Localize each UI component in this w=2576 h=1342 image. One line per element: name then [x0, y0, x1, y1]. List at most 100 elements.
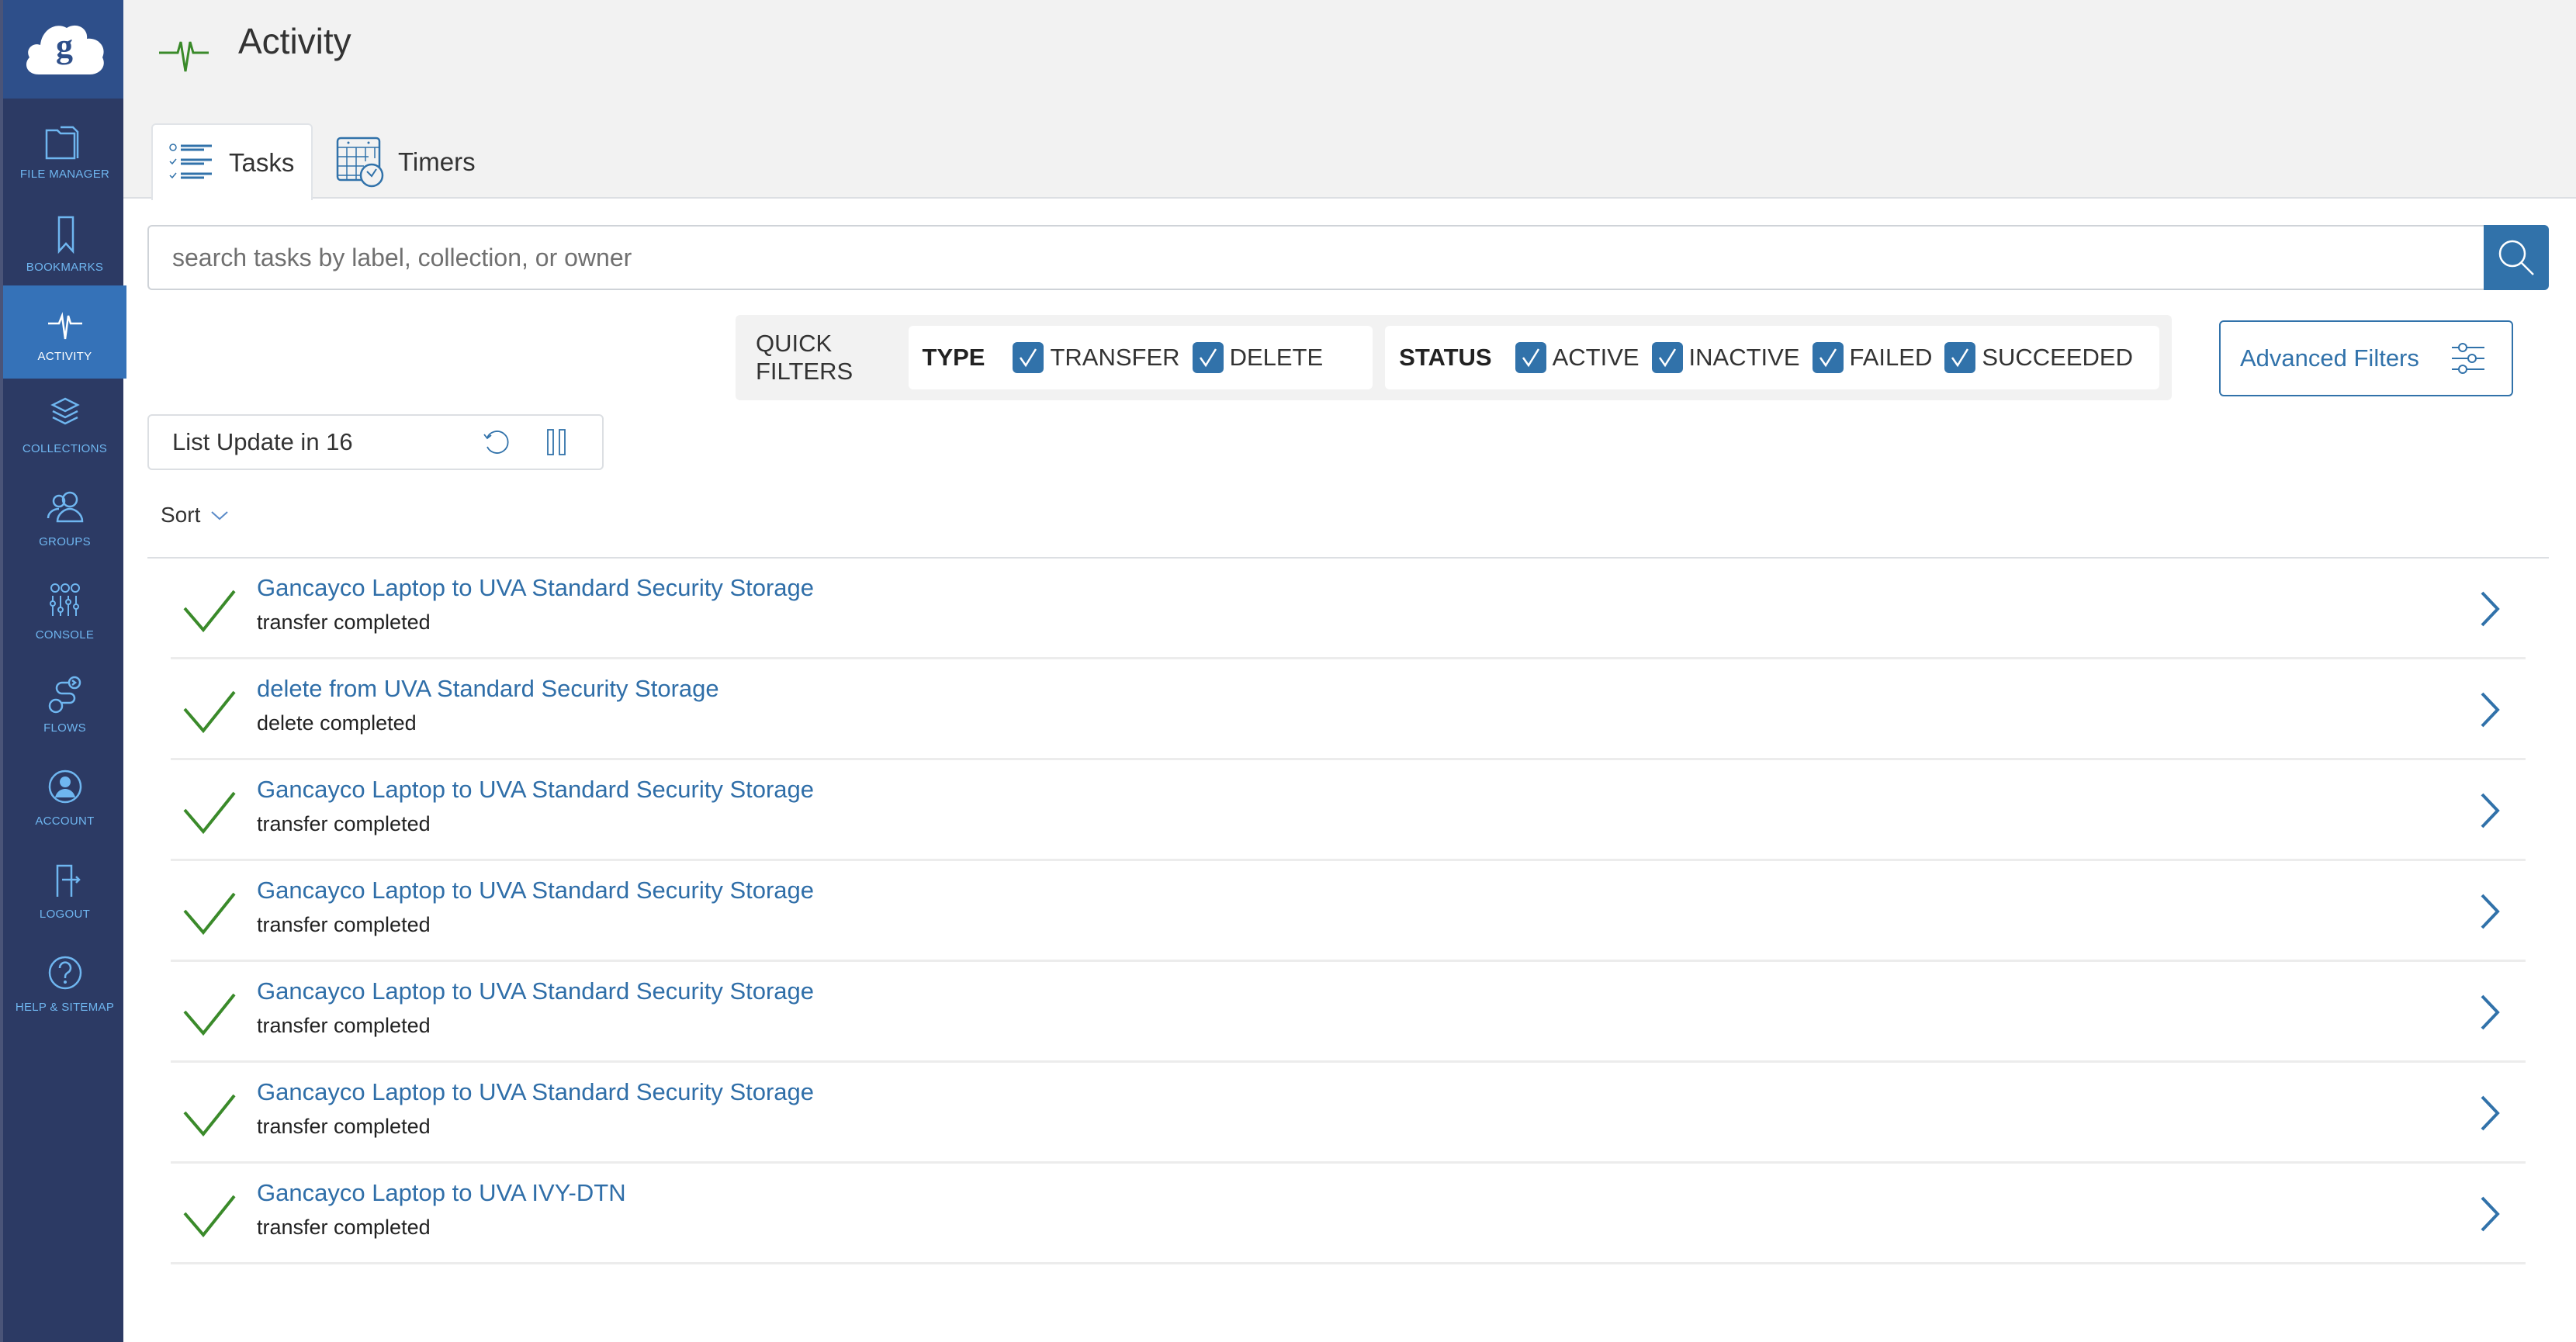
- type-filter-group: TYPE TRANSFER DELETE: [908, 326, 1373, 389]
- task-status: transfer completed: [257, 1216, 431, 1239]
- flows-icon: [48, 676, 81, 713]
- tab-tasks[interactable]: Tasks: [151, 123, 313, 200]
- task-row[interactable]: delete from UVA Standard Security Storag…: [171, 659, 2526, 760]
- list-update-countdown: List Update in 16: [172, 428, 353, 455]
- folder-icon: [45, 126, 78, 159]
- task-list-icon: [169, 143, 212, 178]
- checkbox-label: ACTIVE: [1552, 344, 1639, 371]
- search-button[interactable]: [2484, 225, 2549, 290]
- chevron-right-icon[interactable]: [2479, 1094, 2502, 1133]
- chevron-right-icon[interactable]: [2479, 590, 2502, 628]
- sidebar-item-groups[interactable]: Groups: [3, 471, 126, 564]
- sidebar-item-collections[interactable]: Collections: [3, 378, 126, 471]
- filter-failed-checkbox[interactable]: FAILED: [1812, 342, 1933, 373]
- sidebar-item-flows[interactable]: Flows: [3, 657, 126, 750]
- task-row[interactable]: Gancayco Laptop to UVA IVY-DTN transfer …: [171, 1164, 2526, 1264]
- checkbox-label: INACTIVE: [1688, 344, 1800, 371]
- task-status: transfer completed: [257, 1115, 431, 1138]
- search-icon: [2498, 240, 2534, 275]
- task-label-link[interactable]: Gancayco Laptop to UVA Standard Security…: [257, 574, 814, 602]
- page-header: Activity Tasks Timers: [123, 0, 2576, 200]
- sidebar-item-activity[interactable]: Activity: [3, 285, 126, 379]
- checkbox-checked-icon: [1944, 342, 1976, 373]
- checkbox-label: SUCCEEDED: [1982, 344, 2133, 371]
- sidebar-item-help[interactable]: Help & Sitemap: [3, 936, 126, 1029]
- sliders-icon: [2451, 343, 2484, 374]
- filter-succeeded-checkbox[interactable]: SUCCEEDED: [1944, 342, 2133, 373]
- task-label-link[interactable]: Gancayco Laptop to UVA Standard Security…: [257, 977, 814, 1005]
- sort-dropdown[interactable]: Sort: [161, 503, 230, 527]
- filter-active-checkbox[interactable]: ACTIVE: [1515, 342, 1639, 373]
- task-label-link[interactable]: Gancayco Laptop to UVA Standard Security…: [257, 877, 814, 904]
- checkbox-label: FAILED: [1849, 344, 1933, 371]
- sidebar-item-bookmarks[interactable]: Bookmarks: [3, 196, 126, 289]
- tab-label: Tasks: [229, 147, 295, 177]
- advanced-filters-button[interactable]: Advanced Filters: [2219, 320, 2513, 396]
- refresh-button[interactable]: [481, 427, 512, 458]
- filter-delete-checkbox[interactable]: DELETE: [1192, 342, 1324, 373]
- checkbox-label: TRANSFER: [1050, 344, 1180, 371]
- sidebar-item-console[interactable]: Console: [3, 564, 126, 657]
- filter-inactive-checkbox[interactable]: INACTIVE: [1651, 342, 1800, 373]
- status-filter-group: STATUS ACTIVE INACTIVE FAILED SUCCEEDED: [1385, 326, 2159, 389]
- sidebar-item-account[interactable]: Account: [3, 750, 126, 843]
- sidebar-item-label: Bookmarks: [26, 260, 104, 274]
- task-row[interactable]: Gancayco Laptop to UVA Standard Security…: [171, 1063, 2526, 1164]
- sidebar-item-label: Help & Sitemap: [15, 1000, 115, 1014]
- sidebar-item-file-manager[interactable]: File Manager: [3, 103, 126, 196]
- layers-icon: [50, 397, 80, 424]
- pause-icon: [547, 429, 566, 455]
- success-check-icon: [183, 690, 236, 734]
- pause-button[interactable]: [546, 427, 568, 458]
- activity-pulse-icon: [159, 41, 209, 72]
- console-sliders-icon: [49, 583, 80, 616]
- chevron-right-icon[interactable]: [2479, 892, 2502, 931]
- success-check-icon: [183, 1094, 236, 1137]
- success-check-icon: [183, 791, 236, 835]
- checkbox-checked-icon: [1651, 342, 1683, 373]
- globus-logo[interactable]: g: [3, 0, 126, 99]
- search-input[interactable]: [147, 225, 2484, 290]
- task-label-link[interactable]: Gancayco Laptop to UVA IVY-DTN: [257, 1179, 626, 1207]
- svg-text:g: g: [56, 27, 73, 65]
- tab-label: Timers: [398, 147, 476, 176]
- checkbox-checked-icon: [1013, 342, 1044, 373]
- chevron-right-icon[interactable]: [2479, 690, 2502, 729]
- sidebar-item-label: Activity: [37, 349, 92, 363]
- checkbox-label: DELETE: [1229, 344, 1324, 371]
- task-row[interactable]: Gancayco Laptop to UVA Standard Security…: [171, 559, 2526, 659]
- quick-filters-label: QUICK FILTERS: [756, 330, 853, 385]
- task-row[interactable]: Gancayco Laptop to UVA Standard Security…: [171, 962, 2526, 1063]
- task-status: delete completed: [257, 711, 417, 735]
- chevron-right-icon[interactable]: [2479, 993, 2502, 1032]
- task-status: transfer completed: [257, 1014, 431, 1037]
- task-row[interactable]: Gancayco Laptop to UVA Standard Security…: [171, 760, 2526, 861]
- sidebar-item-label: Account: [35, 814, 95, 828]
- task-row[interactable]: Gancayco Laptop to UVA Standard Security…: [171, 861, 2526, 962]
- task-status: transfer completed: [257, 812, 431, 835]
- chevron-down-icon: [211, 511, 229, 521]
- list-update-panel: List Update in 16: [147, 414, 604, 470]
- checkbox-checked-icon: [1812, 342, 1844, 373]
- filter-transfer-checkbox[interactable]: TRANSFER: [1013, 342, 1180, 373]
- logout-icon: [56, 864, 81, 897]
- page-title: Activity: [238, 21, 351, 61]
- users-icon: [47, 491, 83, 522]
- checkbox-checked-icon: [1515, 342, 1546, 373]
- task-label-link[interactable]: Gancayco Laptop to UVA Standard Security…: [257, 1078, 814, 1106]
- chevron-right-icon[interactable]: [2479, 791, 2502, 830]
- chevron-right-icon[interactable]: [2479, 1195, 2502, 1233]
- account-icon: [48, 770, 81, 803]
- type-filter-title: TYPE: [922, 344, 985, 371]
- task-label-link[interactable]: Gancayco Laptop to UVA Standard Security…: [257, 776, 814, 804]
- help-icon: [48, 956, 81, 989]
- tab-timers[interactable]: Timers: [336, 123, 507, 200]
- task-label-link[interactable]: delete from UVA Standard Security Storag…: [257, 675, 719, 703]
- sidebar-item-logout[interactable]: Logout: [3, 843, 126, 936]
- checkbox-checked-icon: [1192, 342, 1224, 373]
- success-check-icon: [183, 892, 236, 936]
- success-check-icon: [183, 993, 236, 1036]
- activity-pulse-icon: [47, 311, 82, 339]
- task-status: transfer completed: [257, 913, 431, 936]
- advanced-filters-label: Advanced Filters: [2240, 344, 2419, 372]
